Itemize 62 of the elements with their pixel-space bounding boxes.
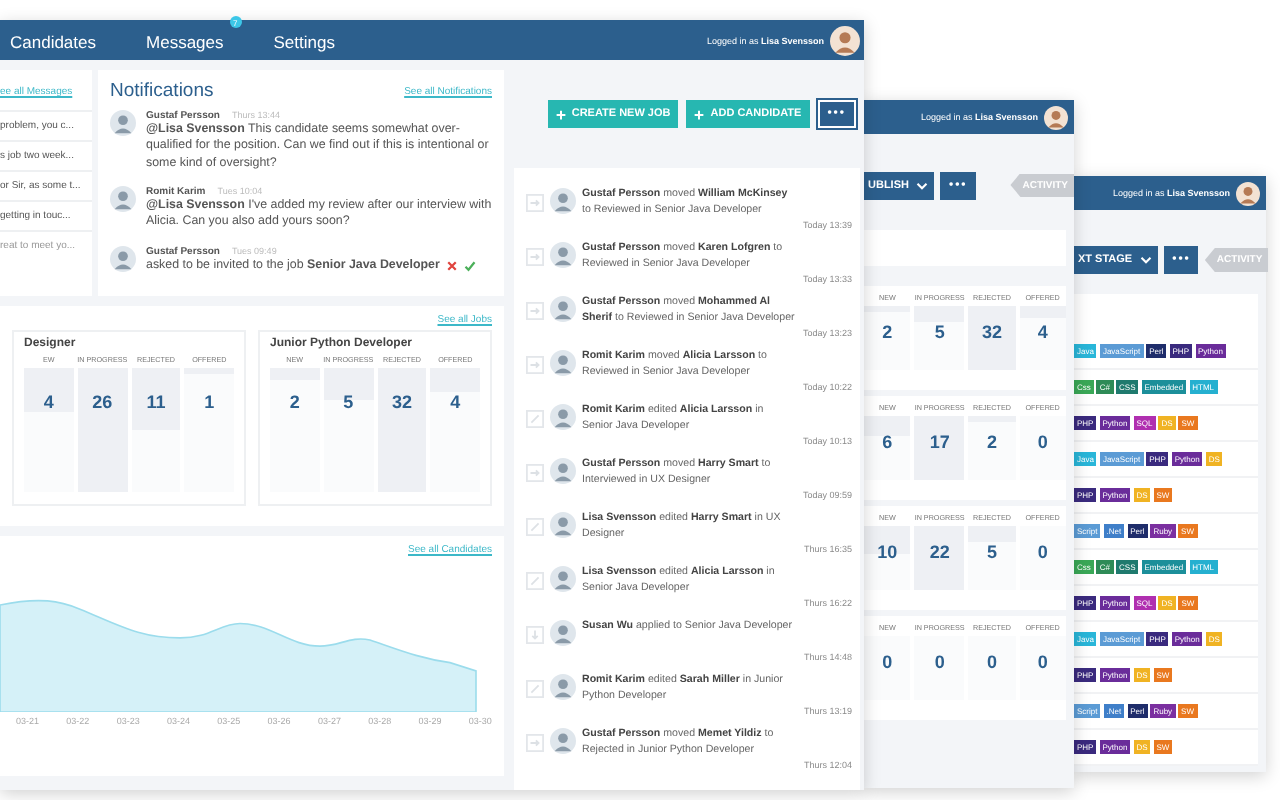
- avatar-icon: [550, 242, 576, 268]
- avatar-icon: [550, 188, 576, 214]
- avatar-icon: [550, 620, 576, 646]
- count-value: 2: [289, 392, 300, 416]
- count-value: 22: [929, 542, 950, 566]
- count-value: 4: [43, 392, 54, 416]
- avatar-icon: [550, 458, 576, 484]
- count-value: 11: [146, 392, 166, 416]
- count-value: 10: [877, 542, 898, 566]
- avatar-icon: [110, 186, 136, 213]
- avatar-icon: [830, 25, 860, 55]
- caret-icon: [916, 181, 929, 189]
- event-icon: [526, 194, 544, 212]
- count-value: 2: [882, 322, 893, 346]
- event-icon: [526, 626, 544, 644]
- event-icon: [526, 248, 544, 266]
- avatar-icon: [550, 512, 576, 538]
- event-icon: [526, 464, 544, 482]
- event-icon: [526, 302, 544, 320]
- count-value: 6: [882, 432, 893, 456]
- event-icon: [526, 356, 544, 374]
- nav-link[interactable]: Messages: [146, 32, 224, 52]
- event-icon: [526, 734, 544, 752]
- plus-icon: [555, 109, 566, 119]
- decline-icon[interactable]: [445, 259, 458, 272]
- avatar-icon: [550, 674, 576, 700]
- count-value: 0: [1037, 652, 1048, 676]
- event-icon: [526, 410, 544, 428]
- avatar-icon: [1044, 105, 1068, 129]
- count-value: 1: [204, 392, 215, 416]
- count-value: 32: [981, 322, 1002, 346]
- count-value: 5: [986, 542, 997, 566]
- plus-icon: [694, 109, 705, 119]
- event-icon: [526, 518, 544, 536]
- count-value: 0: [882, 652, 893, 676]
- count-value: 0: [934, 652, 945, 676]
- count-value: 0: [1037, 432, 1048, 456]
- count-value: 0: [1037, 542, 1048, 566]
- event-icon: [526, 572, 544, 590]
- avatar-icon: [110, 245, 136, 272]
- avatar-icon: [1236, 181, 1260, 205]
- nav-link[interactable]: Settings: [273, 32, 335, 52]
- count-value: 4: [450, 392, 461, 416]
- accept-icon[interactable]: [463, 259, 476, 272]
- avatar-icon: [550, 404, 576, 430]
- nav-link[interactable]: Candidates: [10, 32, 97, 52]
- count-value: 4: [1037, 322, 1048, 346]
- count-value: 5: [934, 322, 945, 346]
- count-value: 32: [391, 392, 412, 416]
- count-value: 5: [343, 392, 354, 416]
- count-value: 2: [986, 432, 997, 456]
- count-value: 26: [92, 392, 113, 416]
- count-value: 0: [986, 652, 997, 676]
- count-value: 17: [929, 432, 950, 456]
- avatar-icon: [550, 296, 576, 322]
- caret-icon: [1140, 256, 1153, 264]
- avatar-icon: [550, 350, 576, 376]
- avatar-icon: [110, 110, 136, 136]
- avatar-icon: [550, 728, 576, 754]
- event-icon: [526, 680, 544, 698]
- avatar-icon: [550, 566, 576, 592]
- notifications-title: Notifications: [110, 80, 214, 102]
